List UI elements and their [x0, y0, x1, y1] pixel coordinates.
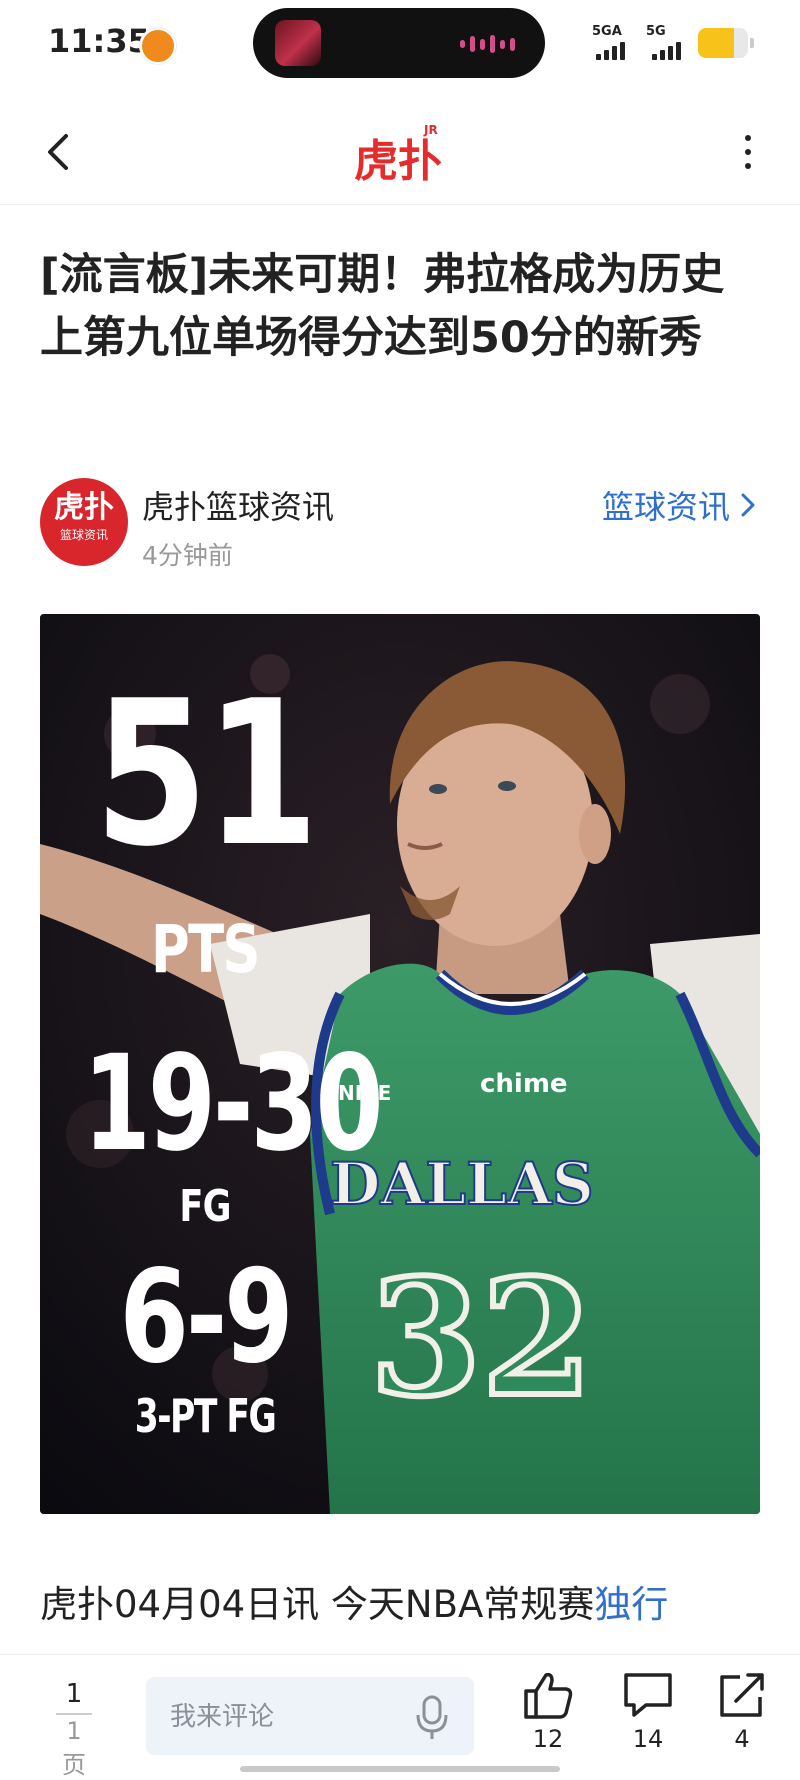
- chevron-left-icon: [48, 134, 68, 170]
- page-total: 1页: [56, 1713, 92, 1780]
- share-count: 4: [734, 1725, 750, 1753]
- bottom-action-bar: 1 1页 12 14 4: [0, 1654, 800, 1779]
- signal-icon: [596, 42, 625, 60]
- author-name[interactable]: 虎扑篮球资讯: [142, 482, 334, 528]
- now-playing-thumbnail: [275, 20, 321, 66]
- stat-points-label: PTS: [151, 911, 261, 988]
- page-current: 1: [65, 1679, 83, 1709]
- comment-input[interactable]: [168, 1677, 402, 1757]
- author-row: 虎扑 篮球资讯 虎扑篮球资讯 4分钟前 篮球资讯: [40, 478, 760, 570]
- brand-logo-superscript: JR: [423, 123, 438, 137]
- more-options-button[interactable]: [726, 124, 770, 180]
- brand-logo: 虎扑 JR: [352, 118, 452, 188]
- article-title: [流言板]未来可期！弗拉格成为历史上第九位单场得分达到50分的新秀: [40, 250, 725, 363]
- hero-image[interactable]: chime NIKE DALLAS 32 51 PTS 19-30 FG 6-9…: [40, 614, 760, 1514]
- thumbs-up-icon: [524, 1672, 573, 1719]
- more-vertical-icon: [745, 135, 751, 141]
- stat-three-pointers-label: 3-PT FG: [134, 1389, 277, 1443]
- avatar-text-big: 虎扑: [54, 490, 114, 525]
- comment-box[interactable]: [146, 1677, 474, 1757]
- like-count: 12: [532, 1725, 564, 1753]
- brand-logo-text: 虎扑: [354, 136, 442, 187]
- comment-count: 14: [632, 1725, 664, 1753]
- app-notification-icon: [140, 28, 176, 64]
- body-text-start: 虎扑04月04日讯 今天NBA常规赛: [40, 1583, 595, 1626]
- status-bar: 11:35 5GA 5G: [0, 0, 800, 88]
- signal-icon-2: [652, 42, 681, 60]
- network-label-1: 5GA: [592, 24, 622, 39]
- body-text-link[interactable]: 独行: [594, 1583, 668, 1626]
- back-button[interactable]: [32, 124, 88, 180]
- jersey-number: 32: [370, 1244, 593, 1432]
- stat-field-goals: 19-30: [82, 1027, 384, 1181]
- share-icon: [720, 1673, 764, 1717]
- comment-bubble-icon: [624, 1673, 672, 1717]
- audio-wave-icon: [460, 34, 515, 54]
- author-avatar[interactable]: 虎扑 篮球资讯: [40, 478, 128, 566]
- category-link[interactable]: 篮球资讯: [602, 482, 760, 528]
- stat-field-goals-label: FG: [179, 1181, 231, 1232]
- network-label-2: 5G: [646, 24, 666, 39]
- like-button[interactable]: 12: [508, 1669, 588, 1753]
- category-link-label: 篮球资讯: [601, 488, 730, 526]
- chevron-right-icon: [741, 493, 755, 517]
- jersey-sponsor: chime: [480, 1069, 568, 1099]
- comments-button[interactable]: 14: [608, 1669, 688, 1753]
- top-nav-bar: 虎扑 JR: [0, 100, 800, 205]
- home-indicator[interactable]: [240, 1766, 560, 1772]
- article-body: 虎扑04月04日讯 今天NBA常规赛独行: [40, 1580, 760, 1630]
- post-time: 4分钟前: [142, 541, 233, 570]
- clock: 11:35: [48, 22, 150, 60]
- microphone-icon: [416, 1695, 448, 1739]
- dynamic-island[interactable]: [253, 8, 545, 78]
- voice-input-button[interactable]: [412, 1693, 452, 1741]
- avatar-text-small: 篮球资讯: [59, 528, 108, 542]
- battery-icon: [698, 28, 748, 58]
- page-indicator[interactable]: 1 1页: [44, 1679, 104, 1780]
- stat-points: 51: [94, 658, 319, 891]
- share-button[interactable]: 4: [702, 1669, 782, 1753]
- stat-three-pointers: 6-9: [119, 1243, 293, 1392]
